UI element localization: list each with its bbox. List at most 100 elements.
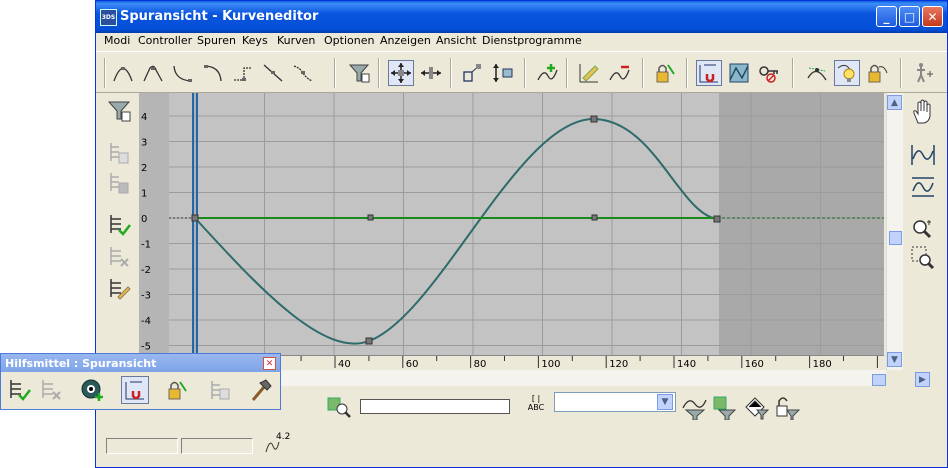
tangent-custom-icon[interactable] xyxy=(140,60,166,86)
lock-selection-icon[interactable] xyxy=(163,376,191,404)
scroll-down-button[interactable]: ▼ xyxy=(887,352,902,367)
scroll-thumb[interactable] xyxy=(889,231,902,245)
reduce-keys-icon[interactable] xyxy=(606,60,632,86)
filter-unlocked-icon[interactable] xyxy=(743,394,770,423)
parameter-curve-icon[interactable] xyxy=(205,376,233,404)
tangent-linear-icon[interactable] xyxy=(260,60,286,86)
toolbar-separator xyxy=(642,58,644,88)
close-button[interactable]: ✕ xyxy=(922,6,943,27)
inactive-range xyxy=(719,93,884,357)
show-keyable-icon[interactable] xyxy=(756,60,782,86)
y-tick-label: 1 xyxy=(141,189,147,200)
delete-controller-icon[interactable] xyxy=(37,376,65,404)
toolbox-title-bar[interactable]: Hilfsmittel : Spuransicht ✕ xyxy=(1,354,280,372)
show-all-tangents-icon[interactable] xyxy=(804,60,830,86)
delete-controller-icon[interactable] xyxy=(106,243,132,271)
menu-kurven[interactable]: Kurven xyxy=(277,34,315,47)
toolbar-separator xyxy=(792,58,794,88)
toolbox-title: Hilfsmittel : Spuransicht xyxy=(5,357,157,370)
key-stats-icon[interactable]: 4.2 xyxy=(264,432,294,458)
snap-frames-icon[interactable] xyxy=(121,376,149,404)
maximize-icon: □ xyxy=(903,9,916,24)
y-tick-label: -4 xyxy=(141,316,151,327)
chevron-down-icon[interactable]: ▼ xyxy=(657,394,673,410)
tangent-fast-icon[interactable] xyxy=(170,60,196,86)
vertical-scrollbar[interactable]: ▲ ▼ xyxy=(886,93,903,370)
toolbar-separator xyxy=(566,58,568,88)
copy-curve-icon[interactable] xyxy=(106,139,132,167)
show-keyable-add-icon[interactable] xyxy=(79,376,107,404)
keyframe-point[interactable] xyxy=(191,214,199,222)
value-input[interactable] xyxy=(360,399,510,414)
slide-keys-icon[interactable] xyxy=(418,60,444,86)
minimize-icon: _ xyxy=(883,9,890,24)
add-keys-icon[interactable] xyxy=(534,60,560,86)
x-tick-label: 120 xyxy=(609,359,628,370)
minimize-button[interactable]: _ xyxy=(876,6,897,27)
curve-graph[interactable]: 4 3 2 1 0 -1 -2 -3 -4 -5 xyxy=(139,93,884,357)
lock-tangents-icon[interactable] xyxy=(864,60,890,86)
menu-optionen[interactable]: Optionen xyxy=(324,34,374,47)
filter-icon[interactable] xyxy=(346,60,372,86)
toolbox-close-button[interactable]: ✕ xyxy=(263,357,276,370)
keyframe-point[interactable] xyxy=(365,337,373,345)
show-tangents-icon[interactable] xyxy=(834,60,860,86)
paste-curve-icon[interactable] xyxy=(106,169,132,197)
toolbox-panel: Hilfsmittel : Spuransicht ✕ xyxy=(0,353,281,410)
filter-selected-icon[interactable] xyxy=(681,394,707,423)
menu-dienstprogramme[interactable]: Dienstprogramme xyxy=(482,34,582,47)
selection-dropdown[interactable]: ▼ xyxy=(554,392,676,412)
menu-keys[interactable]: Keys xyxy=(242,34,268,47)
x-tick-label: 140 xyxy=(677,359,696,370)
parameter-curve-icon[interactable] xyxy=(726,60,752,86)
hammer-icon[interactable] xyxy=(247,376,275,404)
menu-controller[interactable]: Controller xyxy=(138,34,192,47)
keyframe-point[interactable] xyxy=(713,215,721,223)
tangent-auto-icon[interactable] xyxy=(110,60,136,86)
assign-controller-icon[interactable] xyxy=(106,211,132,239)
scroll-up-button[interactable]: ▲ xyxy=(887,95,902,110)
edit-controller-icon[interactable] xyxy=(106,275,132,303)
title-bar[interactable]: 3DS Spuransicht - Kurveneditor _ □ ✕ xyxy=(96,1,947,33)
menu-modi[interactable]: Modi xyxy=(104,34,130,47)
menu-anzeigen[interactable]: Anzeigen xyxy=(380,34,431,47)
move-keys-icon[interactable] xyxy=(388,60,414,86)
left-tool-panel xyxy=(100,93,138,361)
menu-spuren[interactable]: Spuren xyxy=(197,34,236,47)
zoom-icon[interactable] xyxy=(910,217,936,244)
zoom-region-icon[interactable] xyxy=(910,245,936,272)
scale-keys-icon[interactable] xyxy=(460,60,486,86)
frame-field[interactable] xyxy=(106,438,178,454)
curve-graph-canvas[interactable]: 4 3 2 1 0 -1 -2 -3 -4 -5 xyxy=(139,93,884,357)
keyframe-point[interactable] xyxy=(591,214,598,221)
select-by-name-icon[interactable] xyxy=(326,392,352,421)
assign-controller-icon[interactable] xyxy=(5,376,33,404)
menu-ansicht[interactable]: Ansicht xyxy=(436,34,477,47)
animation-curve[interactable] xyxy=(194,117,718,345)
filter-animated-icon[interactable] xyxy=(711,394,737,423)
keyframe-point[interactable] xyxy=(367,214,374,221)
pan-hand-icon[interactable] xyxy=(910,99,936,128)
hscroll-thumb[interactable] xyxy=(872,374,886,386)
biped-icon[interactable] xyxy=(911,60,937,86)
scale-values-icon[interactable] xyxy=(490,60,516,86)
snap-frames-icon[interactable] xyxy=(696,60,722,86)
frame-values-icon[interactable] xyxy=(910,175,936,202)
filter-icon[interactable] xyxy=(106,97,132,125)
x-tick-label: 40 xyxy=(338,359,351,370)
draw-curves-icon[interactable] xyxy=(576,60,602,86)
lock-selection-icon[interactable] xyxy=(652,60,678,86)
y-tick-label: -1 xyxy=(141,240,151,251)
lock-keys-icon[interactable] xyxy=(775,394,801,423)
abc-edit-icon[interactable]: [ | ABC xyxy=(526,394,546,412)
tangent-step-icon[interactable] xyxy=(230,60,256,86)
keyframe-point[interactable] xyxy=(590,115,598,123)
frame-horizontal-icon[interactable] xyxy=(910,143,936,170)
tangent-smooth-icon[interactable] xyxy=(290,60,316,86)
scroll-right-button[interactable]: ▶ xyxy=(915,372,930,387)
value-field[interactable] xyxy=(181,438,253,454)
maximize-button[interactable]: □ xyxy=(899,6,920,27)
y-tick-label: -2 xyxy=(141,265,151,276)
y-tick-label: 2 xyxy=(141,163,147,174)
tangent-slow-icon[interactable] xyxy=(200,60,226,86)
